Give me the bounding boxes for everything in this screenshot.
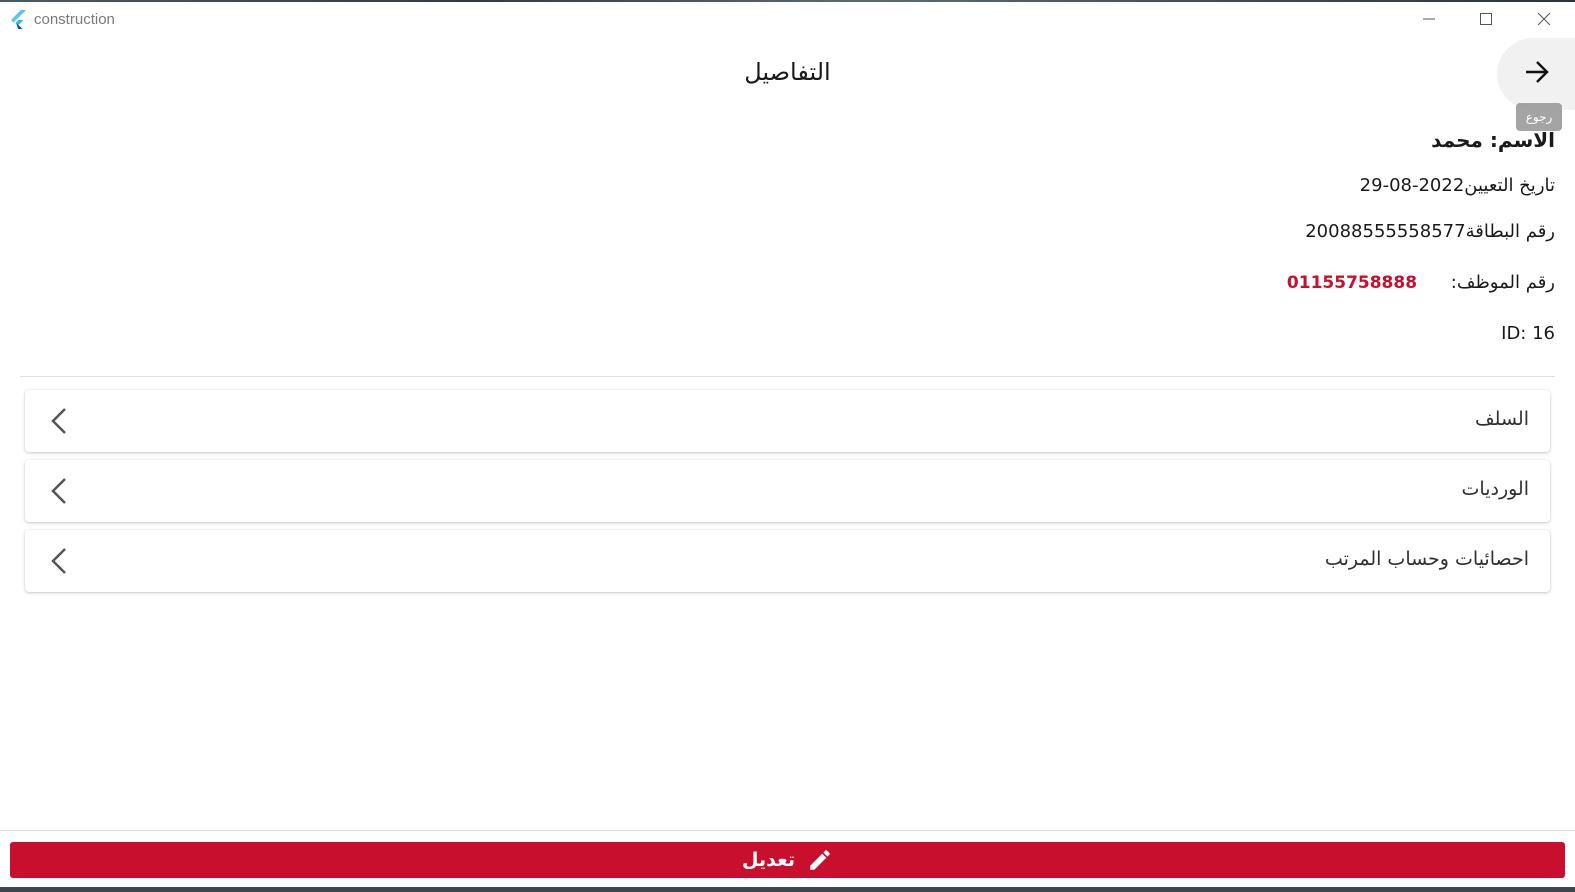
section-shifts[interactable]: الورديات: [25, 460, 1550, 522]
section-label: الورديات: [1461, 478, 1529, 500]
chevron-left-icon: [49, 407, 71, 435]
employee-name: الاسم: محمد: [1431, 128, 1555, 152]
arrow-right-icon: [1524, 59, 1550, 89]
card-number: رقم البطاقة20088555558577: [1305, 221, 1555, 242]
window-bottom-edge: [0, 887, 1575, 892]
pencil-icon: [807, 847, 833, 873]
edit-button-label: تعديل: [742, 849, 795, 871]
back-tooltip: رجوع: [1516, 103, 1562, 131]
app-title: construction: [34, 11, 115, 28]
employee-phone-link[interactable]: 01155758888: [1287, 273, 1417, 293]
employee-number-row: رقم الموظف: 01155758888: [1287, 272, 1555, 293]
section-salary-stats[interactable]: احصائيات وحساب المرتب: [25, 530, 1550, 592]
divider: [20, 376, 1555, 377]
section-label: السلف: [1475, 408, 1529, 430]
minimize-button[interactable]: [1406, 2, 1452, 36]
close-button[interactable]: [1521, 2, 1567, 36]
maximize-button[interactable]: [1463, 2, 1509, 36]
employee-id: ID: 16: [1501, 323, 1555, 344]
chevron-left-icon: [49, 477, 71, 505]
employee-number-label: رقم الموظف:: [1450, 272, 1555, 293]
window-titlebar: construction: [0, 2, 1575, 36]
section-label: احصائيات وحساب المرتب: [1324, 548, 1529, 570]
section-advances[interactable]: السلف: [25, 390, 1550, 452]
hire-date: تاريخ التعيين2022-08-29: [1359, 175, 1555, 196]
edit-button[interactable]: تعديل: [10, 842, 1565, 878]
back-button[interactable]: [1497, 38, 1575, 110]
page-title: التفاصيل: [744, 58, 831, 86]
app-logo-icon: [10, 9, 30, 30]
chevron-left-icon: [49, 547, 71, 575]
